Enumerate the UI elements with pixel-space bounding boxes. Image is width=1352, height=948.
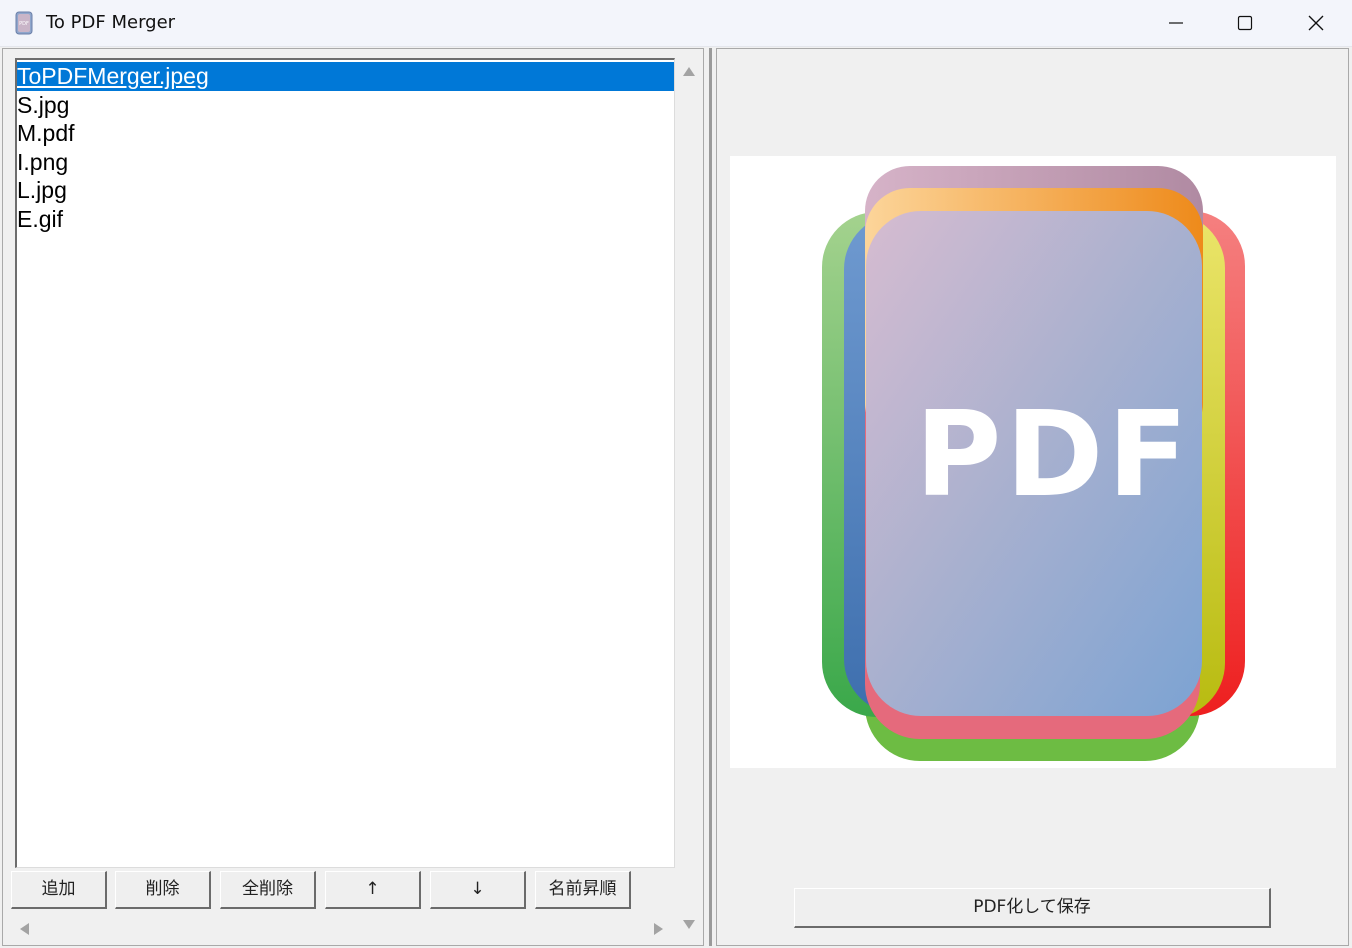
pdf-logo-text: PDF: [915, 385, 1193, 523]
sort-by-name-button[interactable]: 名前昇順: [535, 871, 631, 909]
preview-panel: PDF PDF化して保存: [716, 48, 1349, 946]
vertical-scrollbar[interactable]: [679, 58, 699, 940]
maximize-icon: [1237, 15, 1253, 31]
file-list-panel: ToPDFMerger.jpeg S.jpg M.pdf I.png L.jpg…: [2, 48, 704, 946]
window-title: To PDF Merger: [46, 12, 176, 33]
minimize-button[interactable]: [1142, 0, 1210, 46]
panel-splitter[interactable]: [709, 48, 712, 946]
delete-all-button[interactable]: 全削除: [220, 871, 316, 909]
horizontal-scrollbar[interactable]: [11, 917, 671, 939]
minimize-icon: [1169, 22, 1183, 24]
close-button[interactable]: [1282, 0, 1350, 46]
file-list-item[interactable]: S.jpg: [17, 91, 674, 120]
add-button[interactable]: 追加: [11, 871, 107, 909]
image-preview: PDF: [730, 156, 1336, 768]
save-as-pdf-button[interactable]: PDF化して保存: [794, 888, 1271, 928]
file-listbox[interactable]: ToPDFMerger.jpeg S.jpg M.pdf I.png L.jpg…: [15, 58, 675, 868]
file-list-item[interactable]: E.gif: [17, 205, 674, 234]
title-bar: PDF To PDF Merger: [0, 0, 1352, 47]
scroll-down-arrow-icon[interactable]: [683, 920, 695, 929]
move-down-button[interactable]: ↓: [430, 871, 526, 909]
move-up-button[interactable]: ↑: [325, 871, 421, 909]
app-icon: PDF: [15, 11, 33, 35]
file-list-item[interactable]: L.jpg: [17, 176, 674, 205]
svg-text:PDF: PDF: [19, 21, 29, 27]
file-list-item[interactable]: I.png: [17, 148, 674, 177]
maximize-button[interactable]: [1211, 0, 1279, 46]
file-list-item[interactable]: M.pdf: [17, 119, 674, 148]
scroll-right-arrow-icon[interactable]: [654, 923, 663, 935]
close-icon: [1308, 15, 1324, 31]
delete-button[interactable]: 削除: [115, 871, 211, 909]
scroll-left-arrow-icon[interactable]: [20, 923, 29, 935]
file-list-item[interactable]: ToPDFMerger.jpeg: [17, 62, 674, 91]
scroll-up-arrow-icon[interactable]: [683, 67, 695, 76]
